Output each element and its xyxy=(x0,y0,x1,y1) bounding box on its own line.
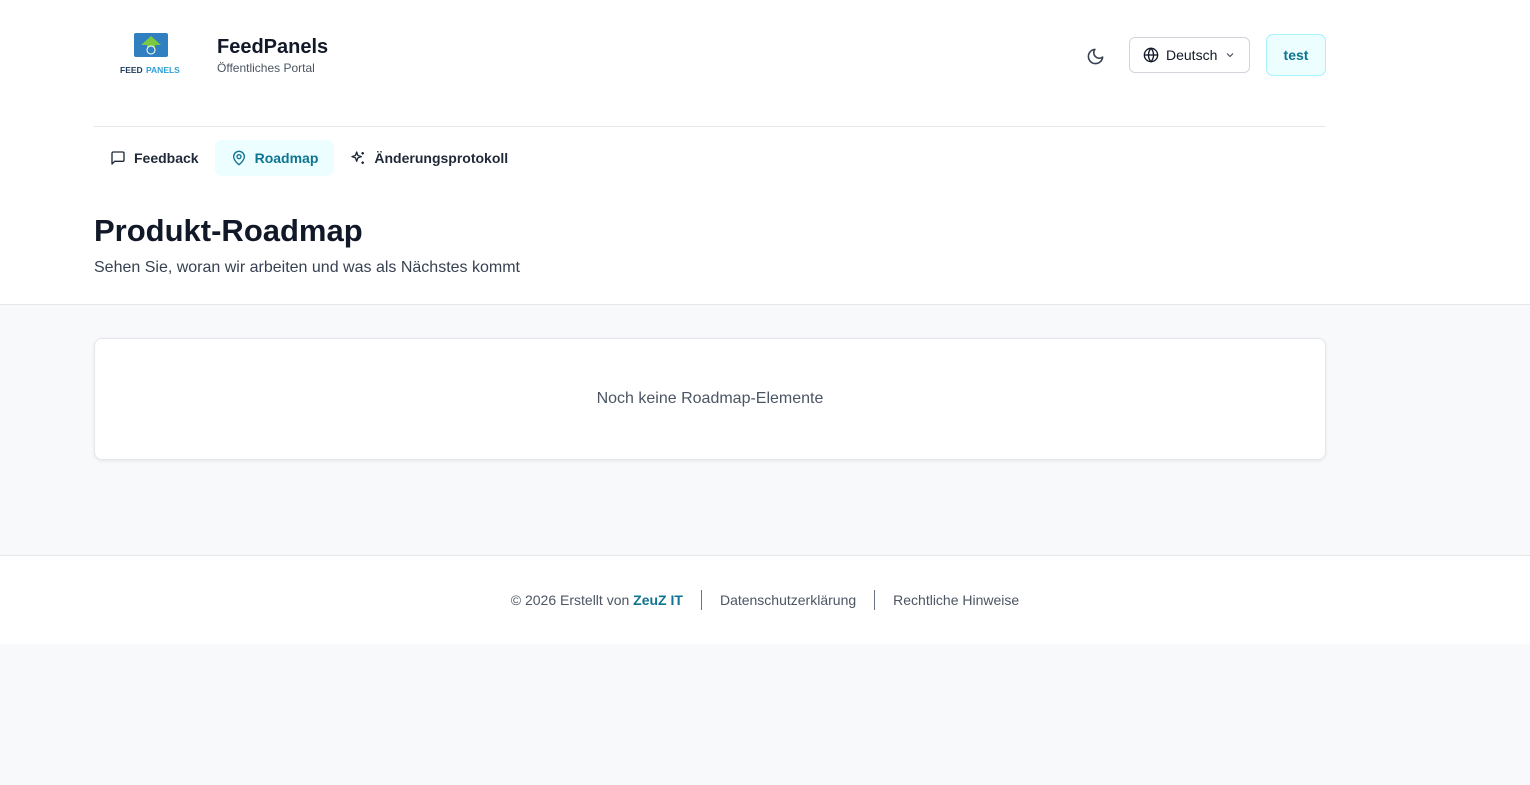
footer-divider xyxy=(874,590,876,610)
globe-icon xyxy=(1143,47,1159,63)
user-button[interactable]: test xyxy=(1266,34,1326,76)
top-container: FEED PANELS FeedPanels Öffentliches Port… xyxy=(94,0,1326,276)
brand-subtitle: Öffentliches Portal xyxy=(217,61,315,75)
footer-legal-link[interactable]: Rechtliche Hinweise xyxy=(893,592,1019,608)
nav-item-roadmap[interactable]: Roadmap xyxy=(214,140,335,176)
nav-item-label: Roadmap xyxy=(254,150,319,166)
app-header: FEED PANELS FeedPanels Öffentliches Port… xyxy=(94,0,1326,127)
footer: © 2026 Erstellt von ZeuZ IT Datenschutze… xyxy=(0,555,1530,644)
brand: FeedPanels Öffentliches Portal xyxy=(217,35,328,75)
footer-divider xyxy=(700,590,702,610)
nav-item-label: Änderungsprotokoll xyxy=(374,150,509,166)
language-select[interactable]: Deutsch xyxy=(1129,37,1250,73)
top-section: FEED PANELS FeedPanels Öffentliches Port… xyxy=(0,0,1530,305)
feedpanels-logo[interactable]: FEED PANELS xyxy=(118,32,184,76)
theme-toggle-button[interactable] xyxy=(1084,45,1106,67)
map-pin-icon xyxy=(232,150,245,166)
nav-item-feedback[interactable]: Feedback xyxy=(94,140,215,176)
page-title: Produkt-Roadmap xyxy=(94,213,363,248)
chevron-down-icon xyxy=(1227,53,1234,58)
language-label: Deutsch xyxy=(1166,47,1218,63)
main-nav: Feedback Roadmap Änderungsprotokoll xyxy=(94,140,524,176)
sparkles-icon xyxy=(351,151,365,164)
message-square-icon xyxy=(111,151,125,165)
footer-copyright: © 2026 Erstellt von xyxy=(510,592,630,608)
empty-state-message: Noch keine Roadmap-Elemente xyxy=(596,390,824,407)
logo-text-panels: PANELS xyxy=(146,65,180,75)
footer-company-link[interactable]: ZeuZ IT xyxy=(633,592,683,608)
nav-item-changelog[interactable]: Änderungsprotokoll xyxy=(334,140,524,176)
brand-name: FeedPanels xyxy=(217,36,329,58)
nav-item-label: Feedback xyxy=(134,150,199,166)
moon-icon xyxy=(1087,48,1103,64)
footer-privacy-link[interactable]: Datenschutzerklärung xyxy=(720,592,856,608)
logo-text-feed: FEED xyxy=(120,65,143,75)
main-content: Noch keine Roadmap-Elemente xyxy=(0,305,1530,555)
empty-state-card: Noch keine Roadmap-Elemente xyxy=(94,338,1326,460)
page-subtitle: Sehen Sie, woran wir arbeiten und was al… xyxy=(94,259,520,276)
